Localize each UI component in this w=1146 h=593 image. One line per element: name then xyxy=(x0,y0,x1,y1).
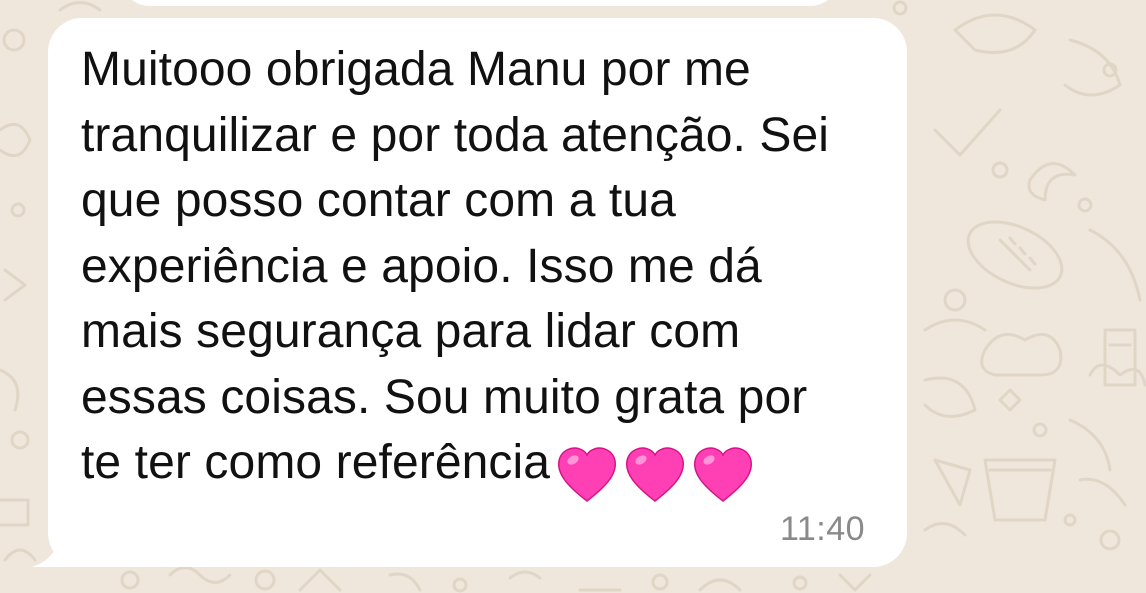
pink-heart-icon xyxy=(558,447,617,503)
message-timestamp: 11:40 xyxy=(780,510,866,548)
pink-heart-icon xyxy=(694,447,753,503)
message-body: Muitooo obrigada Manu por me tranquiliza… xyxy=(81,43,830,489)
pink-heart-icon xyxy=(626,447,685,503)
emoji-group xyxy=(556,439,760,505)
previous-message-bubble xyxy=(120,0,840,6)
message-text: Muitooo obrigada Manu por me tranquiliza… xyxy=(81,37,891,505)
